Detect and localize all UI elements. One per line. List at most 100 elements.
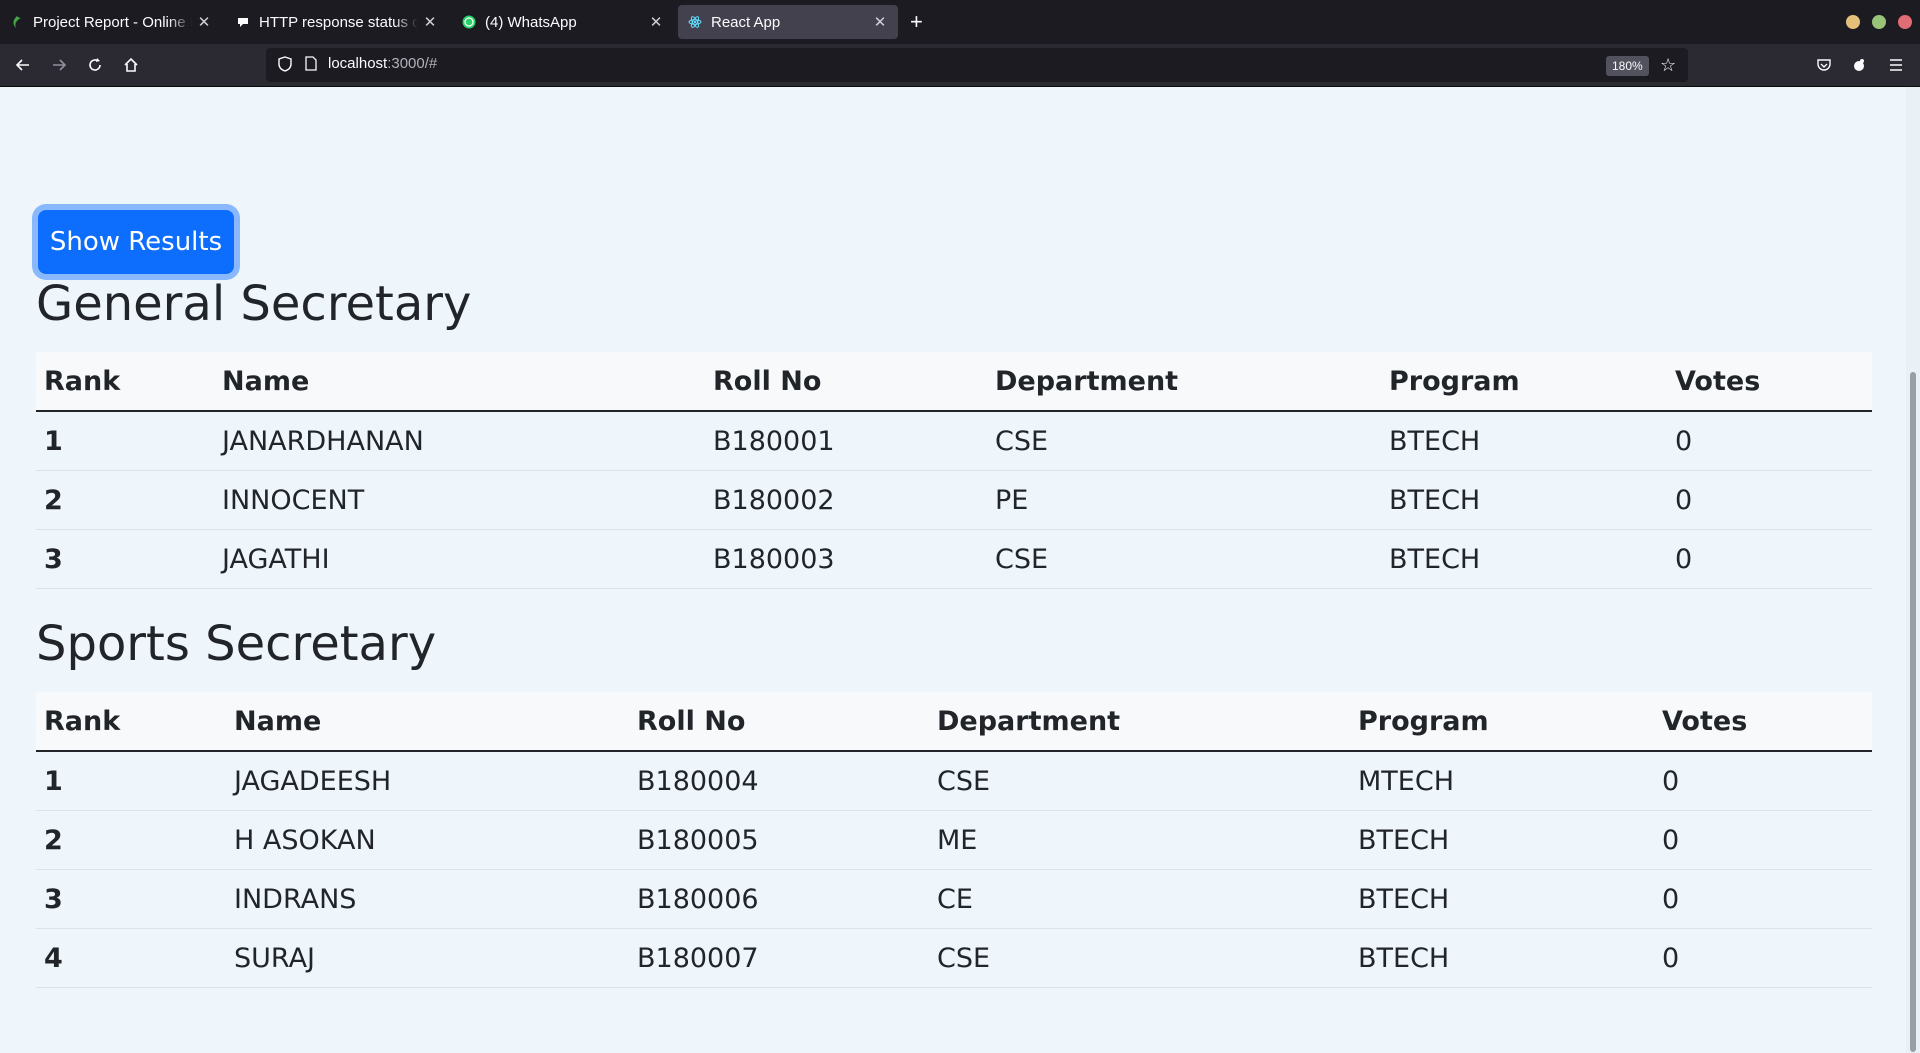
forward-arrow-icon [53,59,67,71]
reload-button[interactable] [83,53,107,77]
browser-tab-bar: Project Report - Online LaTeX Editor ✕ H… [0,0,1920,44]
roll-cell: B180004 [629,751,929,811]
votes-cell: 0 [1654,751,1872,811]
extensions-icon[interactable] [1847,53,1871,77]
table-row: 1 JAGADEESH B180004 CSE MTECH 0 [36,751,1872,811]
table-row: 2 H ASOKAN B180005 ME BTECH 0 [36,810,1872,870]
column-header-name: Name [226,692,629,752]
maximize-button[interactable] [1872,15,1886,29]
program-cell: BTECH [1350,869,1654,929]
tab-title: (4) WhatsApp [485,13,577,31]
program-cell: BTECH [1350,810,1654,870]
name-cell: JAGADEESH [226,751,629,811]
tab-title: React App [711,13,781,31]
rank-cell: 3 [36,869,226,929]
browser-toolbar: localhost:3000/# 180% ☆ [0,44,1920,87]
section-title-general-secretary: General Secretary [36,276,472,332]
department-cell: PE [987,470,1381,530]
show-results-button[interactable]: Show Results [38,210,234,274]
table-header-row: Rank Name Roll No Department Program Vot… [36,692,1872,752]
close-icon[interactable]: ✕ [648,13,664,31]
zoom-badge[interactable]: 180% [1606,56,1649,76]
column-header-votes: Votes [1667,352,1872,412]
column-header-rank: Rank [36,352,214,412]
rank-cell: 1 [36,751,226,811]
back-arrow-icon [15,59,29,71]
program-cell: BTECH [1350,928,1654,988]
department-cell: CSE [987,411,1381,471]
column-header-votes: Votes [1654,692,1872,752]
rank-cell: 1 [36,411,214,471]
rank-cell: 2 [36,470,214,530]
tab-title: HTTP response status codes [259,13,418,31]
table-row: 4 SURAJ B180007 CSE BTECH 0 [36,928,1872,988]
url-text[interactable]: localhost:3000/# [328,55,437,72]
column-header-roll-no: Roll No [629,692,929,752]
name-cell: SURAJ [226,928,629,988]
rank-cell: 2 [36,810,226,870]
results-table-sports-secretary: Rank Name Roll No Department Program Vot… [36,692,1872,988]
close-icon[interactable]: ✕ [422,13,438,31]
mdn-icon [236,15,250,29]
minimize-button[interactable] [1846,15,1860,29]
home-button[interactable] [119,53,143,77]
roll-cell: B180006 [629,869,929,929]
overleaf-icon [10,15,24,29]
close-icon[interactable]: ✕ [196,13,212,31]
program-cell: BTECH [1381,470,1667,530]
votes-cell: 0 [1667,470,1872,530]
program-cell: BTECH [1381,411,1667,471]
roll-cell: B180007 [629,928,929,988]
table-row: 2 INNOCENT B180002 PE BTECH 0 [36,470,1872,530]
program-cell: MTECH [1350,751,1654,811]
department-cell: CE [929,869,1350,929]
address-bar[interactable]: localhost:3000/# 180% ☆ [266,48,1688,82]
table-row: 1 JANARDHANAN B180001 CSE BTECH 0 [36,411,1872,471]
results-table-general-secretary: Rank Name Roll No Department Program Vot… [36,352,1872,589]
department-cell: CSE [987,529,1381,589]
react-icon [688,15,702,29]
url-path: :3000/# [387,55,438,72]
tab-react-app[interactable]: React App ✕ [678,5,898,39]
name-cell: JANARDHANAN [214,411,705,471]
column-header-rank: Rank [36,692,226,752]
shield-icon[interactable] [276,56,294,74]
column-header-roll-no: Roll No [705,352,987,412]
close-window-button[interactable] [1898,15,1912,29]
votes-cell: 0 [1654,810,1872,870]
back-button[interactable] [11,53,35,77]
pocket-icon[interactable] [1812,53,1836,77]
whatsapp-icon [462,15,476,29]
reload-icon [89,58,101,71]
name-cell: INNOCENT [214,470,705,530]
department-cell: CSE [929,928,1350,988]
roll-cell: B180002 [705,470,987,530]
tab-whatsapp[interactable]: (4) WhatsApp ✕ [452,5,674,39]
department-cell: CSE [929,751,1350,811]
home-icon [124,57,138,72]
name-cell: JAGATHI [214,529,705,589]
forward-button[interactable] [47,53,71,77]
scrollbar-thumb[interactable] [1910,372,1916,1052]
page-icon[interactable] [302,56,320,74]
name-cell: H ASOKAN [226,810,629,870]
votes-cell: 0 [1654,869,1872,929]
column-header-program: Program [1381,352,1667,412]
menu-icon[interactable] [1884,53,1908,77]
column-header-program: Program [1350,692,1654,752]
roll-cell: B180003 [705,529,987,589]
table-row: 3 JAGATHI B180003 CSE BTECH 0 [36,529,1872,589]
column-header-department: Department [929,692,1350,752]
table-header-row: Rank Name Roll No Department Program Vot… [36,352,1872,412]
name-cell: INDRANS [226,869,629,929]
department-cell: ME [929,810,1350,870]
new-tab-button[interactable]: + [910,8,923,36]
column-header-name: Name [214,352,705,412]
bookmark-star-icon[interactable]: ☆ [1660,54,1676,76]
program-cell: BTECH [1381,529,1667,589]
close-icon[interactable]: ✕ [872,13,888,31]
roll-cell: B180005 [629,810,929,870]
roll-cell: B180001 [705,411,987,471]
tab-mdn[interactable]: HTTP response status codes ✕ [226,5,448,39]
tab-overleaf[interactable]: Project Report - Online LaTeX Editor ✕ [0,5,222,39]
